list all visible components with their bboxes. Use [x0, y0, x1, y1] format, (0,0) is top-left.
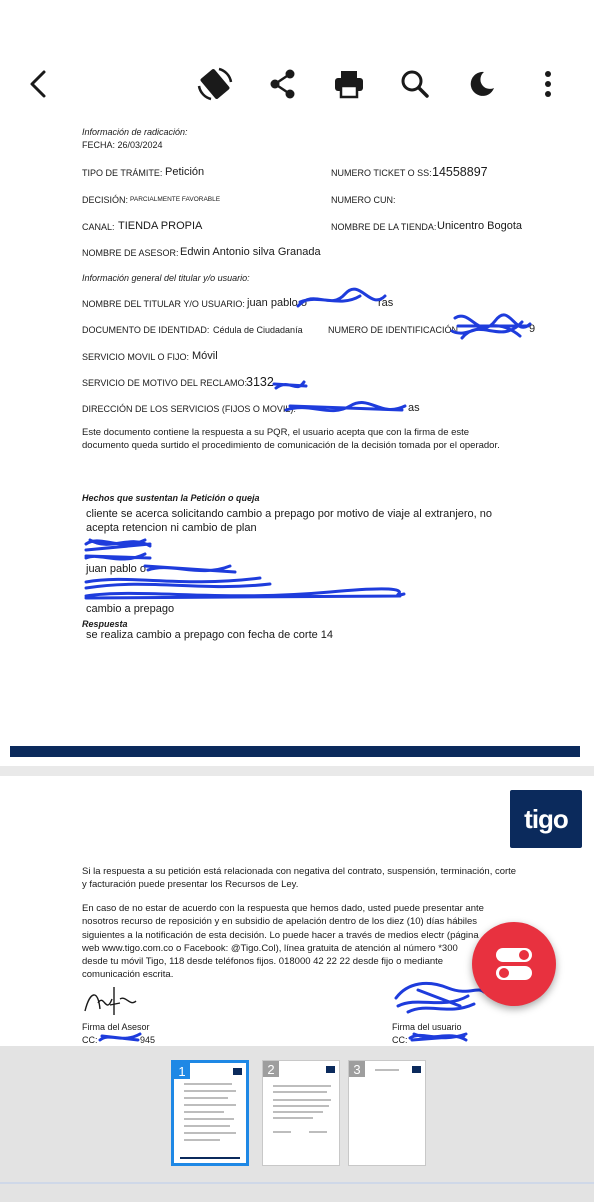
- cc-asesor-redaction: [98, 1032, 142, 1042]
- asesor-signature-icon: [84, 987, 137, 1015]
- floating-action-button[interactable]: [472, 922, 556, 1006]
- search-icon[interactable]: [393, 62, 437, 106]
- more-options-icon[interactable]: [526, 62, 570, 106]
- share-icon[interactable]: [261, 62, 305, 106]
- dark-mode-icon[interactable]: [460, 62, 504, 106]
- document-page-2: tigo Si la respuesta a su petición está …: [0, 776, 594, 1046]
- cc-usuario-redaction: [408, 1032, 468, 1042]
- print-icon[interactable]: [327, 62, 371, 106]
- rotate-icon[interactable]: [193, 62, 237, 106]
- back-arrow-icon[interactable]: [16, 62, 60, 106]
- page-separator: [0, 766, 594, 776]
- cc-usuario-prefix: CC:: [392, 1035, 408, 1045]
- toggle-icon: [496, 948, 532, 980]
- redaction-scribbles: [84, 287, 532, 600]
- usuario-signature-icon: [394, 981, 486, 1014]
- thumbnail-page-2[interactable]: 2: [262, 1060, 340, 1166]
- top-toolbar: [0, 0, 594, 126]
- thumbnail-page-3[interactable]: 3: [348, 1060, 426, 1166]
- recursos-paragraph: Si la respuesta a su petición está relac…: [82, 866, 517, 891]
- thumbnail-strip: 1 2 3: [0, 1046, 594, 1200]
- tigo-logo: tigo: [510, 790, 582, 848]
- thumbnail-page-1[interactable]: 1: [171, 1060, 249, 1166]
- cc-asesor-prefix: CC:: [82, 1035, 98, 1045]
- document-page-1: Información de radicación: FECHA: 26/03/…: [0, 126, 594, 766]
- recurso-reposicion-paragraph: En caso de no estar de acuerdo con la re…: [82, 903, 484, 981]
- bottom-nav-bar: [0, 1182, 594, 1202]
- footer-bar: [10, 746, 580, 757]
